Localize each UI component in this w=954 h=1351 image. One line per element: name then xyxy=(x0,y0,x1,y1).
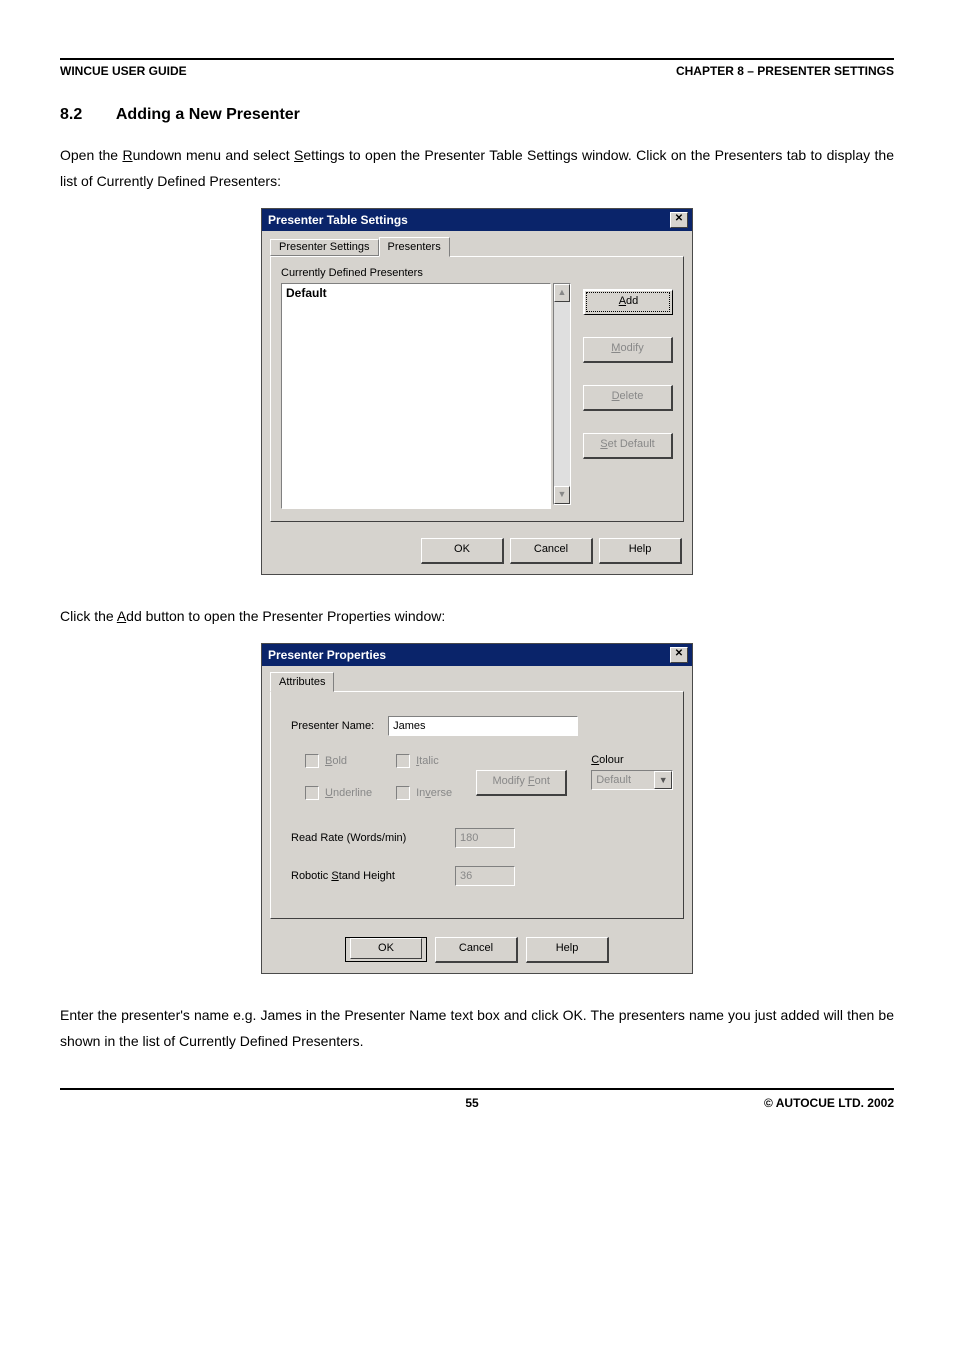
scroll-down-icon[interactable]: ▼ xyxy=(554,486,570,504)
tab-attributes[interactable]: Attributes xyxy=(270,672,334,692)
page-number: 55 xyxy=(180,1096,764,1110)
help-button[interactable]: Help xyxy=(526,937,609,963)
section-title-text: Adding a New Presenter xyxy=(116,106,300,123)
tab-presenters[interactable]: Presenters xyxy=(379,237,450,257)
chevron-down-icon: ▼ xyxy=(654,771,672,789)
bold-checkbox: Bold xyxy=(305,754,372,768)
underline-checkbox: Underline xyxy=(305,786,372,800)
close-icon[interactable]: ✕ xyxy=(670,212,688,228)
checkbox-icon xyxy=(305,754,319,768)
section-number: 8.2 xyxy=(60,106,112,124)
list-item[interactable]: Default xyxy=(286,286,327,300)
checkbox-icon xyxy=(396,786,410,800)
cancel-button[interactable]: Cancel xyxy=(510,538,593,564)
italic-checkbox: Italic xyxy=(396,754,452,768)
set-default-button: Set Default xyxy=(583,433,673,459)
add-button[interactable]: Add xyxy=(583,289,673,315)
checkbox-icon xyxy=(305,786,319,800)
read-rate-label: Read Rate (Words/min) xyxy=(291,832,441,844)
presenter-name-input[interactable]: James xyxy=(388,716,578,736)
footer-copyright: © AUTOCUE LTD. 2002 xyxy=(764,1096,894,1110)
paragraph-1: Open the Rundown menu and select Setting… xyxy=(60,142,894,194)
inverse-checkbox: Inverse xyxy=(396,786,452,800)
ok-button[interactable]: OK xyxy=(345,937,427,962)
delete-button: Delete xyxy=(583,385,673,411)
scroll-up-icon[interactable]: ▲ xyxy=(554,284,570,302)
close-icon[interactable]: ✕ xyxy=(670,647,688,663)
dialog1-title: Presenter Table Settings xyxy=(268,213,408,227)
header-right: CHAPTER 8 – PRESENTER SETTINGS xyxy=(676,64,894,78)
ok-button[interactable]: OK xyxy=(421,538,504,564)
help-button[interactable]: Help xyxy=(599,538,682,564)
cancel-button[interactable]: Cancel xyxy=(435,937,518,963)
presenter-properties-dialog: Presenter Properties ✕ Attributes Presen… xyxy=(261,643,693,974)
dialog2-title: Presenter Properties xyxy=(268,648,386,662)
modify-button: Modify xyxy=(583,337,673,363)
section-heading: 8.2 Adding a New Presenter xyxy=(60,106,894,124)
paragraph-3: Enter the presenter's name e.g. James in… xyxy=(60,1002,894,1054)
tab-presenter-settings[interactable]: Presenter Settings xyxy=(270,239,379,256)
paragraph-2: Click the Add button to open the Present… xyxy=(60,603,894,629)
modify-font-button: Modify Font xyxy=(476,770,567,796)
stand-height-label: Robotic Stand Height xyxy=(291,870,441,882)
listbox-scrollbar[interactable]: ▲ ▼ xyxy=(553,283,571,505)
checkbox-icon xyxy=(396,754,410,768)
colour-label: Colour xyxy=(591,754,673,766)
stand-height-input: 36 xyxy=(455,866,515,886)
presenters-listbox[interactable]: Default xyxy=(281,283,551,509)
read-rate-input: 180 xyxy=(455,828,515,848)
presenter-name-label: Presenter Name: xyxy=(291,720,374,732)
header-left: WINCUE USER GUIDE xyxy=(60,64,187,78)
currently-defined-label: Currently Defined Presenters xyxy=(281,267,673,279)
presenter-table-settings-dialog: Presenter Table Settings ✕ Presenter Set… xyxy=(261,208,693,575)
colour-dropdown: Default ▼ xyxy=(591,770,673,790)
